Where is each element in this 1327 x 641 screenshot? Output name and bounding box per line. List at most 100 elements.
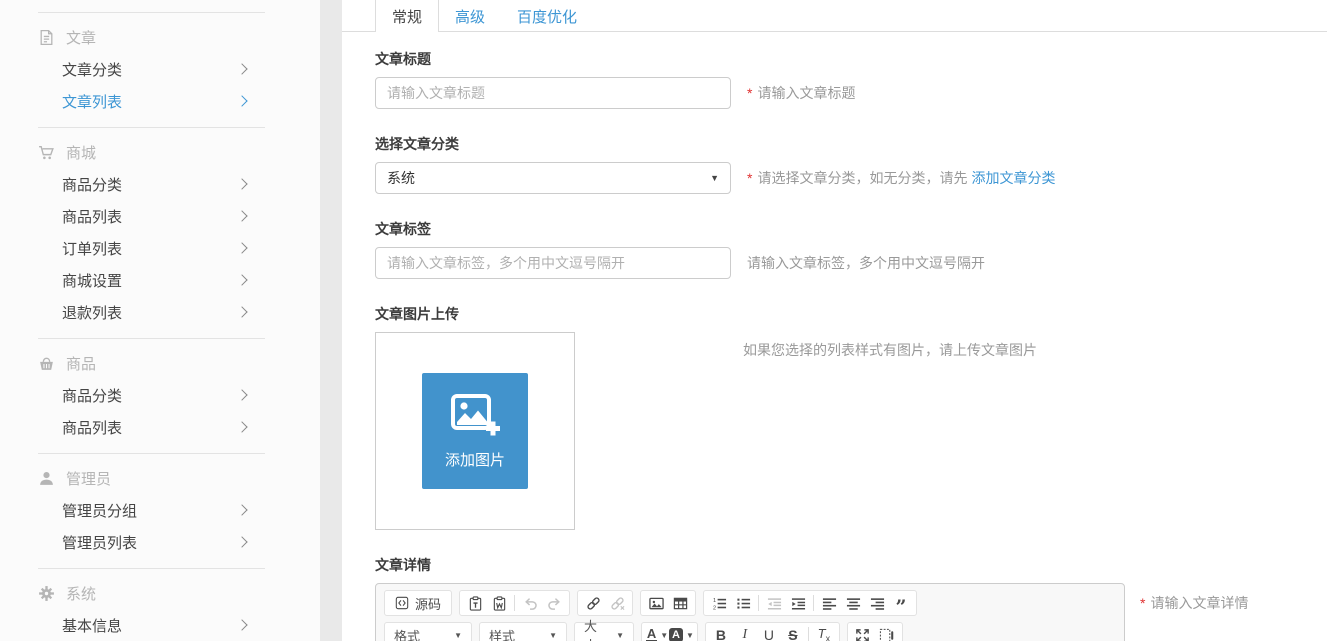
add-category-link[interactable]: 添加文章分类 bbox=[971, 170, 1055, 186]
blockquote-button[interactable]: ” bbox=[889, 592, 913, 614]
sidebar-item-mall-settings[interactable]: 商城设置 bbox=[0, 264, 320, 296]
maximize-button[interactable] bbox=[851, 624, 875, 641]
numbered-list-icon: 12 bbox=[712, 596, 727, 611]
insert-image-button[interactable] bbox=[644, 592, 668, 614]
mall-cart-icon bbox=[38, 144, 55, 161]
article-icon bbox=[38, 29, 55, 46]
underline-icon: U bbox=[764, 627, 774, 641]
toolbar-separator bbox=[514, 595, 515, 611]
numbered-list-button[interactable]: 12 bbox=[707, 592, 731, 614]
show-blocks-icon bbox=[879, 628, 894, 641]
article-image-hint: 如果您选择的列表样式有图片，请上传文章图片 bbox=[743, 332, 1037, 360]
align-right-button[interactable] bbox=[865, 592, 889, 614]
sidebar-header-label: 管理员 bbox=[66, 468, 111, 489]
chevron-right-icon bbox=[236, 274, 247, 285]
bold-button[interactable]: B bbox=[709, 624, 733, 641]
text-color-button[interactable]: A ▼ bbox=[645, 624, 669, 641]
sidebar-item-goods-list[interactable]: 商品列表 bbox=[0, 200, 320, 232]
tab-advanced[interactable]: 高级 bbox=[439, 0, 501, 32]
rich-text-editor: 源码 bbox=[375, 583, 1125, 641]
field-article-category: 选择文章分类 系统 ▼ *请选择文章分类，如无分类，请先添加文章分类 bbox=[375, 135, 1327, 194]
increase-indent-button[interactable] bbox=[786, 592, 810, 614]
image-icon bbox=[649, 596, 664, 611]
sidebar-item-product-category[interactable]: 商品分类 bbox=[0, 379, 320, 411]
sidebar-header-label: 文章 bbox=[66, 27, 96, 48]
chevron-right-icon bbox=[236, 536, 247, 547]
italic-icon: I bbox=[743, 627, 748, 641]
undo-icon bbox=[523, 596, 538, 611]
align-center-button[interactable] bbox=[841, 592, 865, 614]
sidebar-header-admin: 管理员 bbox=[0, 462, 320, 494]
chevron-down-icon: ▼ bbox=[454, 631, 462, 640]
sidebar-item-admin-list[interactable]: 管理员列表 bbox=[0, 526, 320, 558]
italic-button[interactable]: I bbox=[733, 624, 757, 641]
sidebar-section-system: 系统 基本信息 bbox=[0, 569, 320, 641]
article-title-hint: *请输入文章标题 bbox=[747, 83, 855, 103]
insert-table-button[interactable] bbox=[668, 592, 692, 614]
strikethrough-button[interactable]: S bbox=[781, 624, 805, 641]
bg-color-button[interactable]: A ▼ bbox=[669, 624, 694, 641]
link-button[interactable] bbox=[581, 592, 605, 614]
source-button[interactable]: 源码 bbox=[388, 592, 448, 614]
article-tags-label: 文章标签 bbox=[375, 220, 1327, 238]
paste-word-button[interactable] bbox=[487, 592, 511, 614]
paste-word-icon bbox=[492, 596, 507, 611]
sidebar-item-product-list[interactable]: 商品列表 bbox=[0, 411, 320, 443]
article-tags-input[interactable] bbox=[375, 247, 731, 279]
show-blocks-button[interactable] bbox=[875, 624, 899, 641]
underline-button[interactable]: U bbox=[757, 624, 781, 641]
sidebar-item-order-list[interactable]: 订单列表 bbox=[0, 232, 320, 264]
align-left-button[interactable] bbox=[817, 592, 841, 614]
strikethrough-icon: S bbox=[788, 627, 797, 641]
align-left-icon bbox=[822, 596, 837, 611]
chevron-right-icon bbox=[236, 306, 247, 317]
sidebar-section-goods: 商品 商品分类 商品列表 bbox=[0, 339, 320, 453]
article-detail-hint: *请输入文章详情 bbox=[1140, 583, 1248, 613]
chevron-right-icon bbox=[236, 178, 247, 189]
paste-text-button[interactable] bbox=[463, 592, 487, 614]
tab-baidu-seo[interactable]: 百度优化 bbox=[501, 0, 593, 32]
align-center-icon bbox=[846, 596, 861, 611]
sidebar-item-article-list[interactable]: 文章列表 bbox=[0, 85, 320, 117]
article-title-input[interactable] bbox=[375, 77, 731, 109]
toolbar-separator bbox=[758, 595, 759, 611]
text-color-icon: A bbox=[646, 627, 657, 641]
unlink-icon bbox=[610, 596, 625, 611]
toolbar-group-paragraph: 12 bbox=[703, 590, 917, 616]
image-plus-icon bbox=[450, 393, 500, 439]
decrease-indent-button[interactable] bbox=[762, 592, 786, 614]
sidebar-item-refund-list[interactable]: 退款列表 bbox=[0, 296, 320, 328]
chevron-down-icon: ▼ bbox=[549, 631, 557, 640]
styles-dropdown[interactable]: 样式 ▼ bbox=[479, 622, 567, 641]
indent-icon bbox=[791, 596, 806, 611]
sidebar-item-basic-info[interactable]: 基本信息 bbox=[0, 609, 320, 641]
image-upload-dropzone[interactable]: 添加图片 bbox=[375, 332, 575, 530]
bg-color-icon: A bbox=[669, 628, 683, 641]
sidebar-item-goods-category[interactable]: 商品分类 bbox=[0, 168, 320, 200]
unlink-button[interactable] bbox=[605, 592, 629, 614]
selected-category-value: 系统 bbox=[387, 168, 415, 188]
redo-icon bbox=[547, 596, 562, 611]
tab-general[interactable]: 常规 bbox=[375, 0, 439, 32]
format-dropdown[interactable]: 格式 ▼ bbox=[384, 622, 472, 641]
toolbar-group-clipboard bbox=[459, 590, 570, 616]
chevron-right-icon bbox=[236, 210, 247, 221]
bulleted-list-button[interactable] bbox=[731, 592, 755, 614]
required-asterisk: * bbox=[747, 85, 752, 101]
svg-text:1: 1 bbox=[712, 597, 715, 603]
tab-bar: 常规 高级 百度优化 bbox=[342, 0, 1327, 32]
sidebar-item-article-category[interactable]: 文章分类 bbox=[0, 53, 320, 85]
redo-button[interactable] bbox=[542, 592, 566, 614]
editor-toolbar-row-1: 源码 bbox=[376, 584, 1124, 616]
add-image-button[interactable]: 添加图片 bbox=[422, 373, 528, 489]
chevron-down-icon: ▼ bbox=[660, 631, 668, 640]
undo-button[interactable] bbox=[518, 592, 542, 614]
svg-text:2: 2 bbox=[712, 605, 715, 611]
toolbar-group-tools bbox=[847, 622, 903, 641]
article-category-select[interactable]: 系统 ▼ bbox=[375, 162, 731, 194]
chevron-right-icon bbox=[236, 242, 247, 253]
size-dropdown[interactable]: 大小 ▼ bbox=[574, 622, 634, 641]
sidebar-item-admin-group[interactable]: 管理员分组 bbox=[0, 494, 320, 526]
chevron-right-icon bbox=[236, 389, 247, 400]
remove-format-button[interactable]: Tx bbox=[812, 624, 836, 641]
